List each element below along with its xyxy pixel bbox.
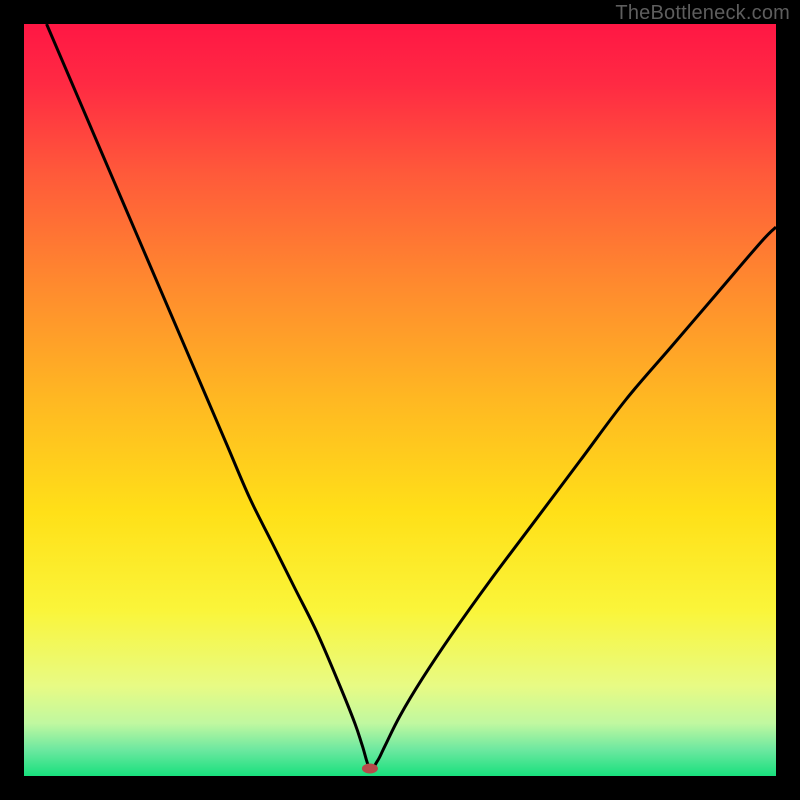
bottleneck-chart <box>24 24 776 776</box>
chart-background <box>24 24 776 776</box>
minimum-marker <box>362 763 378 773</box>
watermark-text: TheBottleneck.com <box>615 2 790 25</box>
chart-frame <box>24 24 776 776</box>
